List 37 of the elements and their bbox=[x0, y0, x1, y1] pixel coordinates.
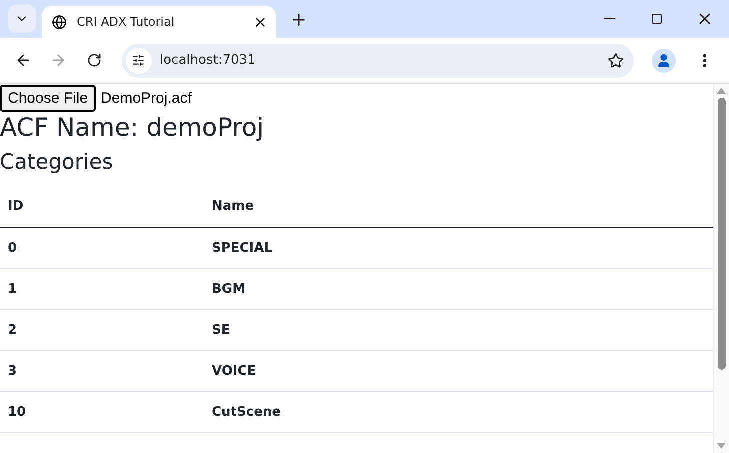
address-bar[interactable]: localhost:7031 bbox=[122, 44, 634, 78]
reload-icon bbox=[86, 53, 102, 68]
scrollbar-thumb[interactable] bbox=[718, 98, 726, 370]
bookmark-button[interactable] bbox=[608, 52, 624, 68]
section-heading: Categories bbox=[0, 148, 114, 176]
scroll-up-icon[interactable] bbox=[717, 88, 726, 94]
url-text: localhost:7031 bbox=[160, 53, 257, 68]
star-icon bbox=[608, 52, 624, 68]
page-heading: ACF Name: demoProj bbox=[0, 112, 266, 144]
table-cell: SE bbox=[204, 310, 713, 351]
table-cell: 10 bbox=[0, 392, 204, 433]
site-info-button[interactable] bbox=[126, 48, 152, 74]
more-icon bbox=[703, 54, 708, 68]
new-tab-button[interactable] bbox=[290, 11, 308, 29]
table-cell: 1 bbox=[0, 268, 204, 310]
table-cell: BGM bbox=[204, 268, 713, 310]
table-cell: VOICE bbox=[204, 350, 713, 392]
plus-icon bbox=[290, 11, 308, 29]
table-cell: SPECIAL bbox=[204, 228, 713, 269]
browser-tab[interactable]: CRI ADX Tutorial bbox=[42, 6, 276, 38]
profile-button[interactable] bbox=[652, 48, 676, 72]
maximize-icon bbox=[651, 13, 663, 25]
globe-icon bbox=[52, 14, 67, 30]
file-name: DemoProj.acf bbox=[101, 90, 192, 107]
table-cell: 3 bbox=[0, 350, 204, 392]
scroll-down-icon[interactable] bbox=[717, 443, 726, 449]
table-cell: 0 bbox=[0, 228, 204, 269]
scrollbar[interactable] bbox=[713, 84, 729, 453]
person-icon bbox=[656, 52, 672, 68]
minimize-icon bbox=[604, 18, 614, 20]
column-header: Name bbox=[204, 186, 713, 228]
sliders-icon bbox=[132, 54, 146, 67]
column-header: ID bbox=[0, 186, 204, 228]
table-cell: CutScene bbox=[204, 392, 713, 433]
table-cell: 2 bbox=[0, 310, 204, 351]
tab-title: CRI ADX Tutorial bbox=[77, 15, 176, 29]
choose-file-button[interactable]: Choose File bbox=[0, 85, 96, 112]
